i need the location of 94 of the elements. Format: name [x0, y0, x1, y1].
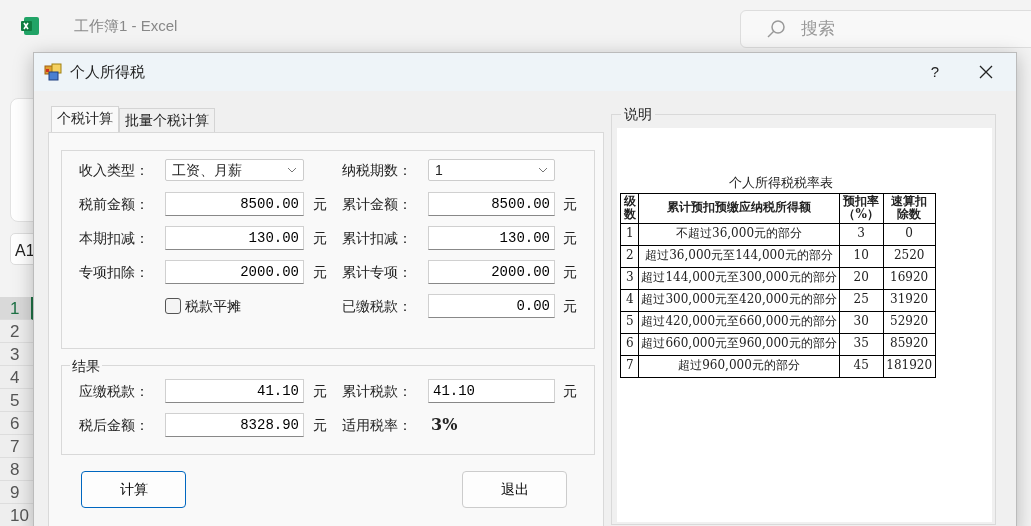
table-cell: 35: [839, 333, 884, 355]
row-header[interactable]: 8: [0, 458, 33, 481]
table-cell: 45: [839, 355, 884, 377]
field-label: 税后金额：: [79, 415, 150, 435]
table-cell: 2520: [883, 245, 936, 267]
input-field[interactable]: 8500.00: [428, 192, 555, 216]
unit-label: 元: [562, 228, 577, 248]
rate-value: 3%: [430, 414, 458, 436]
row-header[interactable]: 6: [0, 412, 33, 435]
field-label: 累计金额：: [342, 194, 413, 214]
column-header: 累计预扣预缴应纳税所得额: [638, 193, 840, 223]
input-field[interactable]: 130.00: [428, 226, 555, 250]
field-label: 适用税率：: [342, 415, 413, 435]
table-cell: 7: [620, 355, 639, 377]
row-header[interactable]: 1: [0, 297, 33, 320]
table-cell: 181920: [883, 355, 936, 377]
table-cell: 不超过36,000元的部分: [638, 223, 840, 245]
table-cell: 超过420,000元至660,000元的部分: [638, 311, 840, 333]
table-cell: 31920: [883, 289, 936, 311]
input-field[interactable]: 41.10: [428, 379, 555, 403]
input-field[interactable]: 41.10: [165, 379, 304, 403]
tab[interactable]: 个税计算: [51, 106, 119, 132]
row-header[interactable]: 2: [0, 320, 33, 343]
field-label: 本期扣减：: [79, 228, 150, 248]
column-header: 级数: [620, 193, 639, 223]
input-field[interactable]: 130.00: [165, 226, 304, 250]
column-header: 预扣率（%）: [839, 193, 884, 223]
checkbox[interactable]: [165, 298, 181, 314]
table-cell: 2: [620, 245, 639, 267]
table-cell: 超过960,000元的部分: [638, 355, 840, 377]
chevron-icon: [287, 167, 297, 173]
checkbox-label: 税款平摊: [185, 296, 241, 316]
search-icon: [766, 19, 786, 39]
field-label: 专项扣除：: [79, 262, 150, 282]
table-cell: 25: [839, 289, 884, 311]
input-field[interactable]: 2000.00: [428, 260, 555, 284]
dialog-button[interactable]: 计算: [81, 471, 186, 508]
field-label: 已缴税款：: [342, 296, 413, 316]
unit-label: 元: [312, 262, 328, 282]
table-cell: 3: [839, 223, 884, 245]
field-label: 累计扣减：: [342, 228, 413, 248]
table-title: 个人所得税税率表: [727, 174, 834, 192]
window-title: 工作簿1 - Excel: [74, 15, 178, 36]
input-field[interactable]: 8500.00: [165, 192, 304, 216]
unit-label: 元: [562, 262, 577, 282]
unit-label: 元: [312, 194, 328, 214]
help-button[interactable]: ?: [912, 60, 958, 84]
input-field[interactable]: 2000.00: [165, 260, 304, 284]
table-cell: 3: [620, 267, 639, 289]
row-header[interactable]: 5: [0, 389, 33, 412]
unit-label: 元: [562, 194, 577, 214]
input-field[interactable]: 8328.90: [165, 413, 304, 437]
table-cell: 超过144,000元至300,000元的部分: [638, 267, 840, 289]
unit-label: 元: [562, 381, 577, 401]
table-cell: 85920: [883, 333, 936, 355]
table-cell: 超过36,000元至144,000元的部分: [638, 245, 840, 267]
row-header[interactable]: 4: [0, 366, 33, 389]
row-header[interactable]: 9: [0, 481, 33, 504]
table-cell: 4: [620, 289, 639, 311]
input-field[interactable]: 0.00: [428, 294, 555, 318]
dialog-title: 个人所得税: [70, 61, 145, 82]
row-header[interactable]: 7: [0, 435, 33, 458]
unit-label: 元: [312, 381, 328, 401]
app-icon[interactable]: [20, 16, 40, 36]
field-label: 累计专项：: [342, 262, 413, 282]
table-cell: 超过300,000元至420,000元的部分: [638, 289, 840, 311]
dropdown[interactable]: 1: [428, 159, 555, 181]
unit-label: 元: [562, 296, 577, 316]
field-label: 税前金额：: [79, 194, 150, 214]
table-cell: 52920: [883, 311, 936, 333]
app-icon: [44, 63, 62, 81]
table-cell: 超过660,000元至960,000元的部分: [638, 333, 840, 355]
table-cell: 10: [839, 245, 884, 267]
table-cell: 1: [620, 223, 639, 245]
table-cell: 20: [839, 267, 884, 289]
table-cell: 5: [620, 311, 639, 333]
dropdown[interactable]: 工资、月薪: [165, 159, 304, 181]
dialog-button[interactable]: 退出: [462, 471, 568, 508]
field-label: 累计税款：: [342, 381, 413, 401]
tab[interactable]: 批量个税计算: [119, 108, 215, 132]
field-label: 应缴税款：: [79, 381, 150, 401]
table-cell: 30: [839, 311, 884, 333]
row-header[interactable]: 10: [0, 504, 33, 526]
unit-label: 元: [312, 228, 328, 248]
unit-label: 元: [312, 415, 328, 435]
table-cell: 0: [883, 223, 936, 245]
table-cell: 6: [620, 333, 639, 355]
column-header: 速算扣除数: [883, 193, 936, 223]
search-field[interactable]: 搜索: [740, 10, 1031, 48]
field-label: 收入类型：: [79, 160, 150, 180]
chevron-icon: [538, 167, 548, 173]
table-cell: 16920: [883, 267, 936, 289]
row-header[interactable]: 3: [0, 343, 33, 366]
field-label: 纳税期数：: [342, 160, 413, 180]
